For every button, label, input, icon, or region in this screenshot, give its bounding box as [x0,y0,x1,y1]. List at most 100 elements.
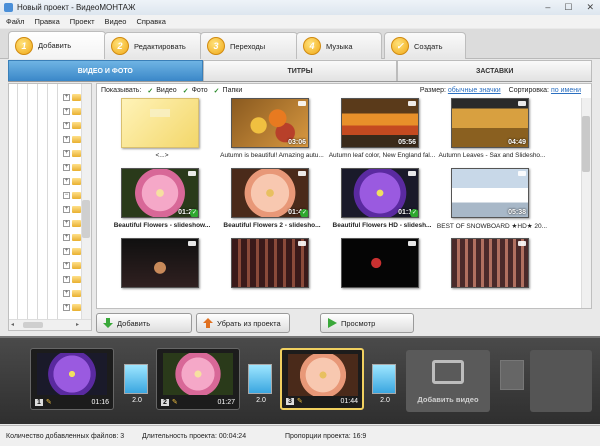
tree-folder-node[interactable]: + [63,262,81,269]
menu-edit[interactable]: Правка [34,17,59,26]
folder-icon [72,304,81,311]
edit-pencil-icon[interactable]: ✎ [46,398,52,406]
scroll-right-icon[interactable]: ▸ [76,321,79,328]
video-checkbox[interactable]: ✓ [147,87,153,95]
expand-icon[interactable]: + [63,94,70,101]
edit-pencil-icon[interactable]: ✎ [172,398,178,406]
step-music[interactable]: 4 Музыка [296,32,382,59]
expand-icon[interactable]: + [63,234,70,241]
preview-button[interactable]: Просмотр [320,313,414,333]
scrollbar-thumb[interactable] [23,322,43,328]
transition-slot[interactable]: 2.0 [124,364,148,404]
expand-icon[interactable]: + [63,276,70,283]
menu-bar: Файл Правка Проект Видео Справка [0,15,600,28]
folder-icon [72,220,81,227]
step-transitions[interactable]: 3 Переходы [200,32,298,59]
step-create[interactable]: ✓ Создать [384,32,466,59]
browser-vertical-scrollbar[interactable] [581,98,591,308]
tree-folder-node[interactable]: + [63,234,81,241]
minimize-icon[interactable]: – [545,2,550,13]
project-duration: Длительность проекта: 00:04:24 [142,432,247,440]
step-number-badge: 4 [303,37,321,55]
timeline-clip[interactable]: 1 ✎ 01:16 [30,348,114,410]
scrollbar-thumb[interactable] [582,116,590,172]
tab-intros[interactable]: ЗАСТАВКИ [397,60,593,81]
expand-icon[interactable]: + [63,136,70,143]
step-bar: 1 Добавить 2 Редактировать 3 Переходы 4 Музы… [0,29,600,59]
tree-folder-node[interactable]: − [63,192,81,199]
file-name: BEST OF SNOWBOARD ★HD★ 20... [436,223,548,230]
play-icon [328,318,337,328]
action-buttons: Добавить Убрать из проекта Просмотр [96,313,592,333]
timeline-clip-selected[interactable]: 3 ✎ 01:44 [280,348,364,410]
tree-folder-node[interactable]: + [63,276,81,283]
expand-icon[interactable]: + [63,178,70,185]
step-edit[interactable]: 2 Редактировать [104,32,202,59]
remove-from-project-button[interactable]: Убрать из проекта [196,313,290,333]
edit-pencil-icon[interactable]: ✎ [297,397,303,405]
expand-icon[interactable]: + [63,206,70,213]
folders-label: Папки [222,87,243,94]
tree-folder-node[interactable]: + [63,206,81,213]
expand-icon[interactable]: + [63,262,70,269]
tree-folder-node[interactable]: + [63,248,81,255]
expand-icon[interactable]: + [63,164,70,171]
collapse-icon[interactable]: − [63,192,70,199]
file-duration: 03:06 [288,139,306,146]
video-camera-icon [298,171,306,176]
tree-folder-node[interactable]: + [63,150,81,157]
timeline-clip[interactable]: 2 ✎ 01:27 [156,348,240,410]
tree-folder-node[interactable]: + [63,108,81,115]
folder-icon [72,136,81,143]
scrollbar-thumb[interactable] [82,200,90,238]
tree-folder-node[interactable]: + [63,290,81,297]
step-label: Редактировать [134,41,186,51]
maximize-icon[interactable]: ☐ [564,2,572,13]
up-arrow-icon [203,318,213,328]
tree-horizontal-scrollbar[interactable]: ◂ ▸ [9,319,91,330]
folders-checkbox[interactable]: ✓ [214,87,220,95]
add-button[interactable]: Добавить [96,313,192,333]
video-label: Видео [156,87,177,94]
tree-folder-node[interactable]: + [63,164,81,171]
expand-icon[interactable]: + [63,220,70,227]
step-add[interactable]: 1 Добавить [8,31,106,59]
menu-video[interactable]: Видео [105,17,127,26]
tab-titles[interactable]: ТИТРЫ [202,60,398,81]
tree-vertical-scrollbar[interactable] [81,84,91,320]
add-video-slot[interactable]: Добавить видео [406,350,490,412]
expand-icon[interactable]: + [63,304,70,311]
expand-icon[interactable]: + [63,248,70,255]
size-link[interactable]: обычные значки [448,87,501,94]
menu-file[interactable]: Файл [6,17,24,26]
expand-icon[interactable]: + [63,122,70,129]
expand-icon[interactable]: + [63,290,70,297]
file-thumbnail [451,238,529,288]
tree-folder-node[interactable]: + [63,122,81,129]
scroll-left-icon[interactable]: ◂ [11,321,14,328]
close-icon[interactable]: ✕ [586,2,594,13]
tree-folder-node[interactable]: + [63,220,81,227]
tree-folder-node[interactable]: + [63,136,81,143]
show-label: Показывать: [101,87,142,94]
expand-icon[interactable]: + [63,150,70,157]
expand-icon[interactable]: + [63,108,70,115]
tab-video-photo[interactable]: ВИДЕО И ФОТО [8,60,203,81]
file-name: Autumn Leaves - Sax and Slidesho... [438,152,546,159]
film-icon [432,360,464,384]
photo-checkbox[interactable]: ✓ [183,87,189,95]
transition-slot[interactable]: 2.0 [248,364,272,404]
photo-label: Фото [191,87,208,94]
transition-slot[interactable]: 2.0 [372,364,396,404]
video-camera-icon [518,241,526,246]
menu-project[interactable]: Проект [70,17,95,26]
tree-folder-node[interactable]: + [63,94,81,101]
video-camera-icon [408,171,416,176]
sort-link[interactable]: по имени [551,87,581,94]
tree-folder-node[interactable]: + [63,304,81,311]
clip-number: 2 [161,398,169,406]
folder-tree[interactable]: + + + + + + + − + + + + + + + + ◂ ▸ [8,83,92,331]
tree-folder-node[interactable]: + [63,178,81,185]
menu-help[interactable]: Справка [136,17,165,26]
transition-duration: 2.0 [132,397,142,404]
